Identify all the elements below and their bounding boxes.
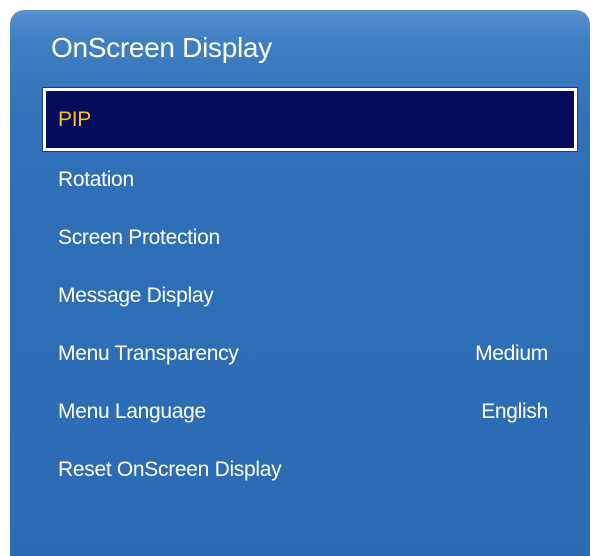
onscreen-display-panel: OnScreen Display PIP Rotation Screen Pro… <box>10 10 590 556</box>
menu-item-reset-onscreen-display[interactable]: Reset OnScreen Display <box>10 441 590 499</box>
menu-item-message-display[interactable]: Message Display <box>10 267 590 325</box>
menu-item-label: Reset OnScreen Display <box>58 458 282 481</box>
panel-title: OnScreen Display <box>51 32 272 63</box>
menu-item-label: PIP <box>58 107 91 131</box>
menu-item-label: Rotation <box>58 168 134 191</box>
menu-item-pip[interactable]: PIP <box>43 88 577 151</box>
menu-item-label: Menu Language <box>58 400 206 423</box>
menu-item-menu-language[interactable]: Menu Language English <box>10 383 590 441</box>
menu-item-value: Medium <box>475 342 548 365</box>
menu-item-label: Screen Protection <box>58 226 220 249</box>
menu-list: PIP Rotation Screen Protection Message D… <box>10 88 590 499</box>
menu-item-label: Menu Transparency <box>58 342 239 365</box>
menu-item-screen-protection[interactable]: Screen Protection <box>10 209 590 267</box>
menu-item-rotation[interactable]: Rotation <box>10 151 590 209</box>
menu-item-label: Message Display <box>58 284 214 307</box>
menu-item-menu-transparency[interactable]: Menu Transparency Medium <box>10 325 590 383</box>
menu-item-value: English <box>481 400 548 423</box>
